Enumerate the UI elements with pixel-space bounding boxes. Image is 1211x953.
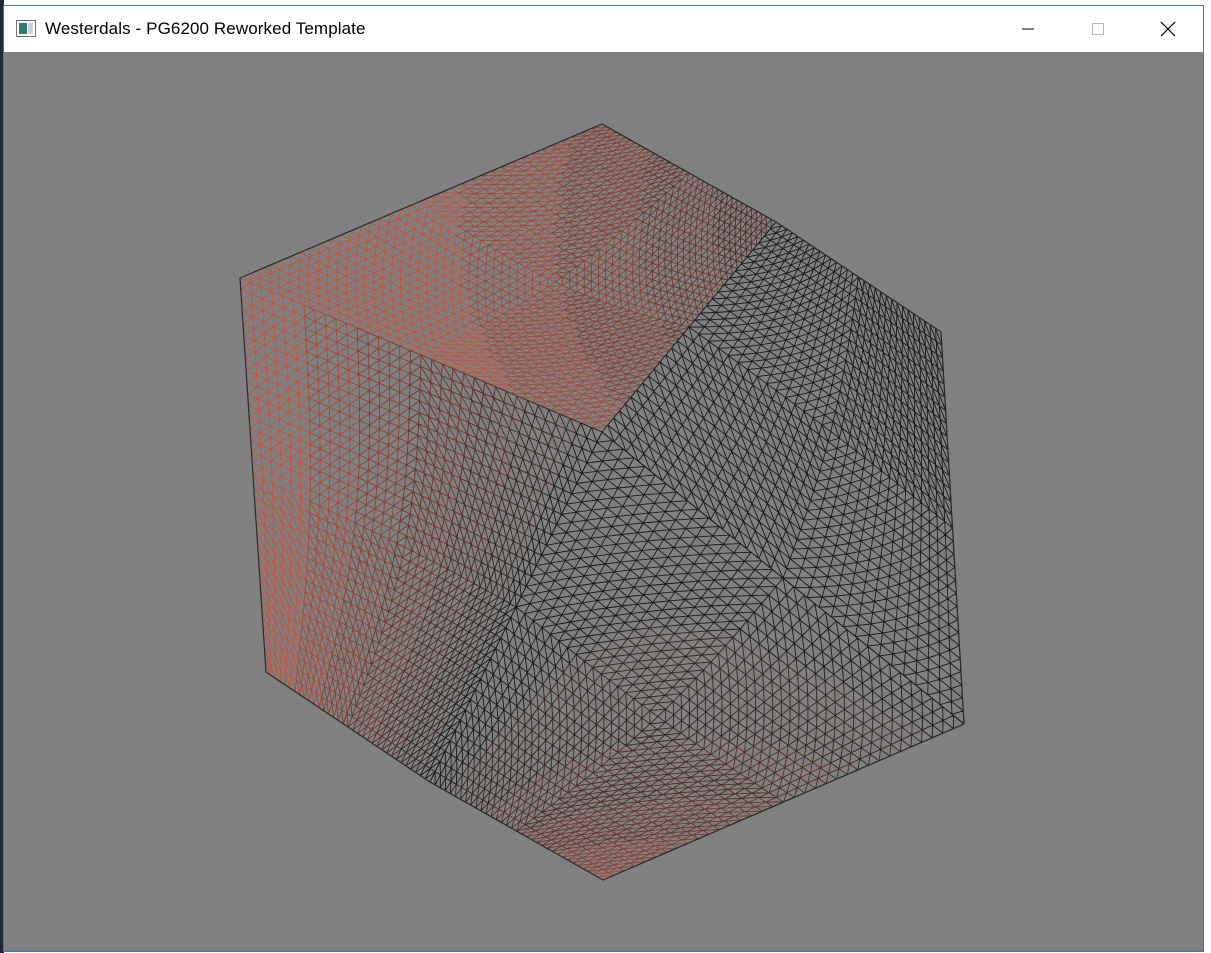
render-viewport[interactable] [4,52,1203,951]
minimize-button[interactable] [993,6,1063,52]
maximize-button[interactable] [1063,6,1133,52]
app-icon [16,20,36,37]
wireframe-cube [4,52,1203,951]
close-button[interactable] [1133,6,1203,52]
title-bar[interactable]: Westerdals - PG6200 Reworked Template [4,6,1203,52]
close-icon [1160,21,1176,37]
app-window: Westerdals - PG6200 Reworked Template [3,5,1204,952]
minimize-icon [1022,28,1034,30]
maximize-icon [1092,23,1104,35]
window-title: Westerdals - PG6200 Reworked Template [45,19,366,38]
